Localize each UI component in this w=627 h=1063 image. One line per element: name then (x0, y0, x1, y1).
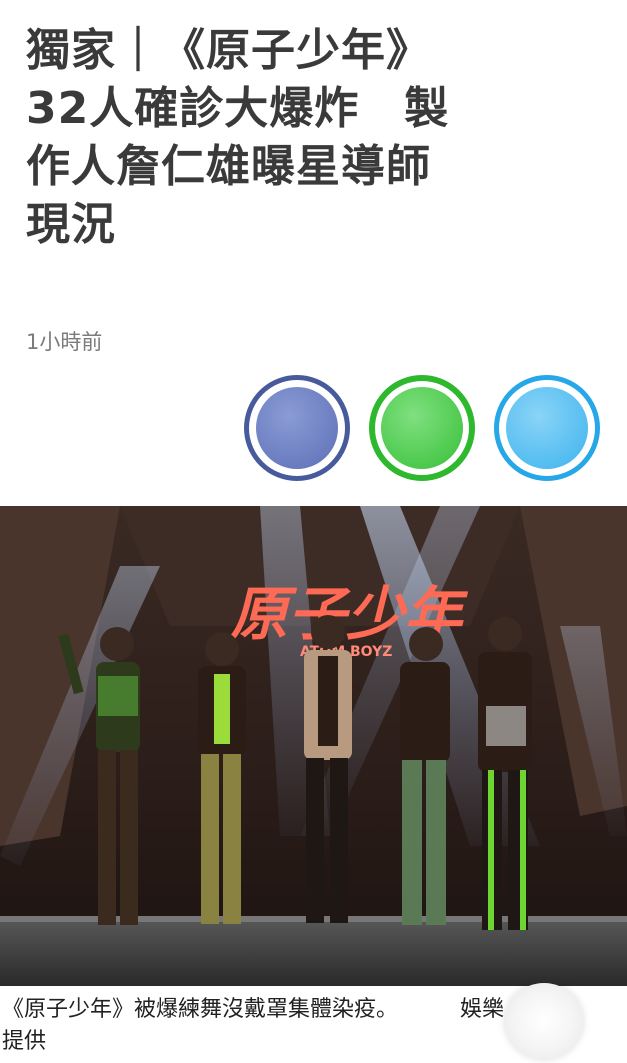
line-share-button[interactable] (369, 375, 475, 481)
line-icon (381, 387, 463, 469)
twitter-share-button[interactable] (494, 375, 600, 481)
article-timestamp: 1小時前 (26, 330, 103, 354)
caption-line1-tail: 娛樂 (460, 997, 505, 1022)
article-photo[interactable]: 原子少年 ATOM BOYZ (0, 506, 627, 986)
twitter-icon (506, 387, 588, 469)
facebook-share-button[interactable] (244, 375, 350, 481)
facebook-icon (256, 387, 338, 469)
caption-line2: 提供 (2, 1029, 47, 1054)
redaction-blur (505, 983, 583, 1059)
caption-line1: 《原子少年》被爆練舞沒戴罩集體染疫。 (2, 997, 399, 1022)
share-buttons (244, 375, 604, 483)
article-headline: 獨家｜《原子少年》 32人確診大爆炸 製 作人詹仁雄曝星導師 現況 (26, 25, 450, 250)
stage-photo-illustration: 原子少年 ATOM BOYZ (0, 506, 627, 986)
